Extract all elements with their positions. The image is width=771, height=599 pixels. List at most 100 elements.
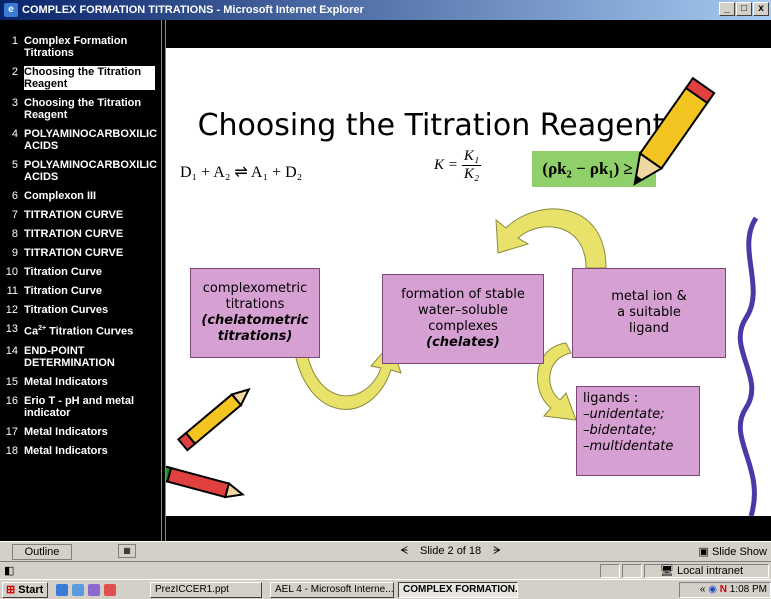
- box-metal-ion: metal ion & a suitable ligand: [572, 268, 726, 358]
- outline-item[interactable]: 12 Titration Curves: [0, 304, 161, 316]
- close-button[interactable]: x: [753, 2, 769, 16]
- outline-item[interactable]: 17 Metal Indicators: [0, 426, 161, 438]
- outline-item[interactable]: 10 Titration Curve: [0, 266, 161, 278]
- next-slide-button[interactable]: ᗒ: [493, 545, 501, 558]
- outline-item[interactable]: 14 END-POINT DETERMINATION: [0, 345, 161, 369]
- outline-item[interactable]: 2 Choosing the Titration Reagent: [0, 66, 161, 90]
- outline-item[interactable]: 1 Complex Formation Titrations: [0, 35, 161, 59]
- outline-item-label: Titration Curve: [24, 266, 103, 278]
- prev-slide-button[interactable]: ᗕ: [400, 545, 408, 558]
- box3-line2: a suitable: [617, 305, 681, 320]
- outline-pane: 1 Complex Formation Titrations 2 Choosing t…: [0, 20, 161, 541]
- outline-item[interactable]: 16 Erio T - pH and metal indicator: [0, 395, 161, 419]
- presentation-viewer: 1 Complex Formation Titrations 2 Choosing t…: [0, 20, 771, 541]
- ligands-title: ligands :: [583, 391, 639, 406]
- outline-item-number: 5: [11, 159, 18, 171]
- desktop-quicklaunch-icon[interactable]: [72, 584, 84, 596]
- pencil-icon-bottom-1: [176, 387, 251, 452]
- outline-item-number: 2: [11, 66, 18, 78]
- outline-item-number: 8: [11, 228, 18, 240]
- outline-button[interactable]: Outline: [12, 544, 72, 560]
- minimize-button[interactable]: _: [719, 2, 735, 16]
- ligand-unidentate: –unidentate;: [583, 407, 665, 422]
- box2-line4: (chelates): [426, 335, 500, 350]
- windows-logo-icon: ⊞: [6, 584, 16, 596]
- outline-item[interactable]: 9 TITRATION CURVE: [0, 247, 161, 259]
- outline-item-number: 13: [5, 323, 18, 335]
- taskbar-item-ppt[interactable]: PrezICCER1.ppt: [150, 582, 262, 598]
- outline-item-label: TITRATION CURVE: [24, 228, 124, 240]
- outline-item-number: 14: [5, 344, 18, 357]
- page-status-icon: ◧: [4, 565, 15, 577]
- system-tray: « ◉ N 1:08 PM: [679, 582, 771, 598]
- outline-item[interactable]: 6 Complexon III: [0, 190, 161, 202]
- outline-item-label: Choosing the Titration Reagent: [24, 66, 155, 90]
- outline-item-label: TITRATION CURVE: [24, 209, 124, 221]
- outline-item[interactable]: 11 Titration Curve: [0, 285, 161, 297]
- outline-item-number: 15: [5, 375, 18, 388]
- box2-line2: water–soluble: [418, 303, 508, 318]
- tray-expand-icon[interactable]: «: [700, 584, 708, 595]
- box-chelates: formation of stable water–soluble comple…: [382, 274, 544, 364]
- outline-item[interactable]: 18 Metal Indicators: [0, 445, 161, 457]
- outline-item-label: Complex Formation Titrations: [24, 35, 128, 59]
- n-icon[interactable]: N: [720, 584, 730, 595]
- outline-item[interactable]: 15 Metal Indicators: [0, 376, 161, 388]
- arrow-top: [495, 208, 607, 269]
- outline-item[interactable]: 13 Ca2+ Titration Curves: [0, 323, 161, 338]
- status-bar: ◧ 🖥 Local intranet: [0, 561, 771, 579]
- outline-item-label: Metal Indicators: [24, 425, 108, 438]
- outline-item[interactable]: 5 POLYAMINOCARBOXILIC ACIDS: [0, 159, 161, 183]
- ligand-bidentate: –bidentate;: [583, 423, 657, 438]
- slide-show-button[interactable]: ▣ Slide Show: [699, 545, 768, 558]
- outline-item-number: 4: [11, 128, 18, 140]
- outline-item-label: Choosing the Titration Reagent: [24, 97, 142, 121]
- outline-item-number: 18: [5, 444, 18, 457]
- window-title: COMPLEX FORMATION TITRATIONS - Microsoft…: [22, 4, 364, 16]
- box1-line2: titrations: [225, 297, 285, 312]
- outline-item-label: Ca2+ Titration Curves: [24, 325, 134, 338]
- media-quicklaunch-icon[interactable]: [88, 584, 100, 596]
- slide-show-label: Slide Show: [711, 546, 767, 558]
- outline-item-number: 6: [11, 190, 18, 202]
- network-icon[interactable]: ◉: [708, 584, 720, 595]
- app-quicklaunch-icon[interactable]: [104, 584, 116, 596]
- status-segment-1: [600, 564, 620, 578]
- ie-icon: e: [4, 3, 18, 17]
- outline-item[interactable]: 7 TITRATION CURVE: [0, 209, 161, 221]
- outline-item-label: POLYAMINOCARBOXILIC ACIDS: [24, 128, 158, 152]
- outline-item[interactable]: 8 TITRATION CURVE: [0, 228, 161, 240]
- window-title-bar[interactable]: e COMPLEX FORMATION TITRATIONS - Microso…: [0, 0, 771, 20]
- box-complexometric: complexometric titrations (chelatometric…: [190, 268, 320, 358]
- slide-canvas: Choosing the Titration Reagent D₁ + A₂ ⇌…: [166, 48, 771, 516]
- ie-quicklaunch-icon[interactable]: [56, 584, 68, 596]
- outline-item-label: Titration Curves: [24, 304, 109, 316]
- start-label: Start: [18, 584, 44, 596]
- zone-label: Local intranet: [677, 565, 744, 577]
- maximize-button[interactable]: □: [736, 2, 752, 16]
- outline-item-number: 11: [6, 285, 18, 297]
- outline-item[interactable]: 4 POLYAMINOCARBOXILIC ACIDS: [0, 128, 161, 152]
- outline-item-number: 10: [5, 266, 18, 278]
- status-segment-2: [622, 564, 642, 578]
- start-button[interactable]: ⊞ Start: [2, 582, 48, 598]
- outline-item-label: Erio T - pH and metal indicator: [24, 394, 135, 419]
- outline-item-label: Complexon III: [24, 190, 97, 202]
- intranet-icon: 🖥: [660, 565, 678, 577]
- box1-line3: (chelatometric: [201, 313, 309, 328]
- taskbar-item-complex[interactable]: COMPLEX FORMATION...: [398, 582, 518, 598]
- expand-outline-icon[interactable]: ▦: [118, 544, 136, 558]
- taskbar-item-ael4[interactable]: AEL 4 - Microsoft Interne...: [270, 582, 394, 598]
- decorative-squiggle: [737, 216, 759, 516]
- outline-item-number: 12: [5, 304, 18, 316]
- box3-line3: ligand: [629, 321, 669, 336]
- outline-item-label: Metal Indicators: [24, 375, 108, 388]
- clock[interactable]: 1:08 PM: [730, 584, 767, 595]
- outline-item-number: 17: [5, 425, 18, 438]
- ligand-multidentate: –multidentate: [583, 439, 674, 454]
- box-ligands: ligands : –unidentate; –bidentate; –mult…: [576, 386, 700, 476]
- box3-line1: metal ion &: [611, 289, 687, 304]
- outline-item[interactable]: 3 Choosing the Titration Reagent: [0, 97, 161, 121]
- pencil-icon-bottom-2: [166, 464, 246, 499]
- box1-line4: titrations): [217, 329, 293, 344]
